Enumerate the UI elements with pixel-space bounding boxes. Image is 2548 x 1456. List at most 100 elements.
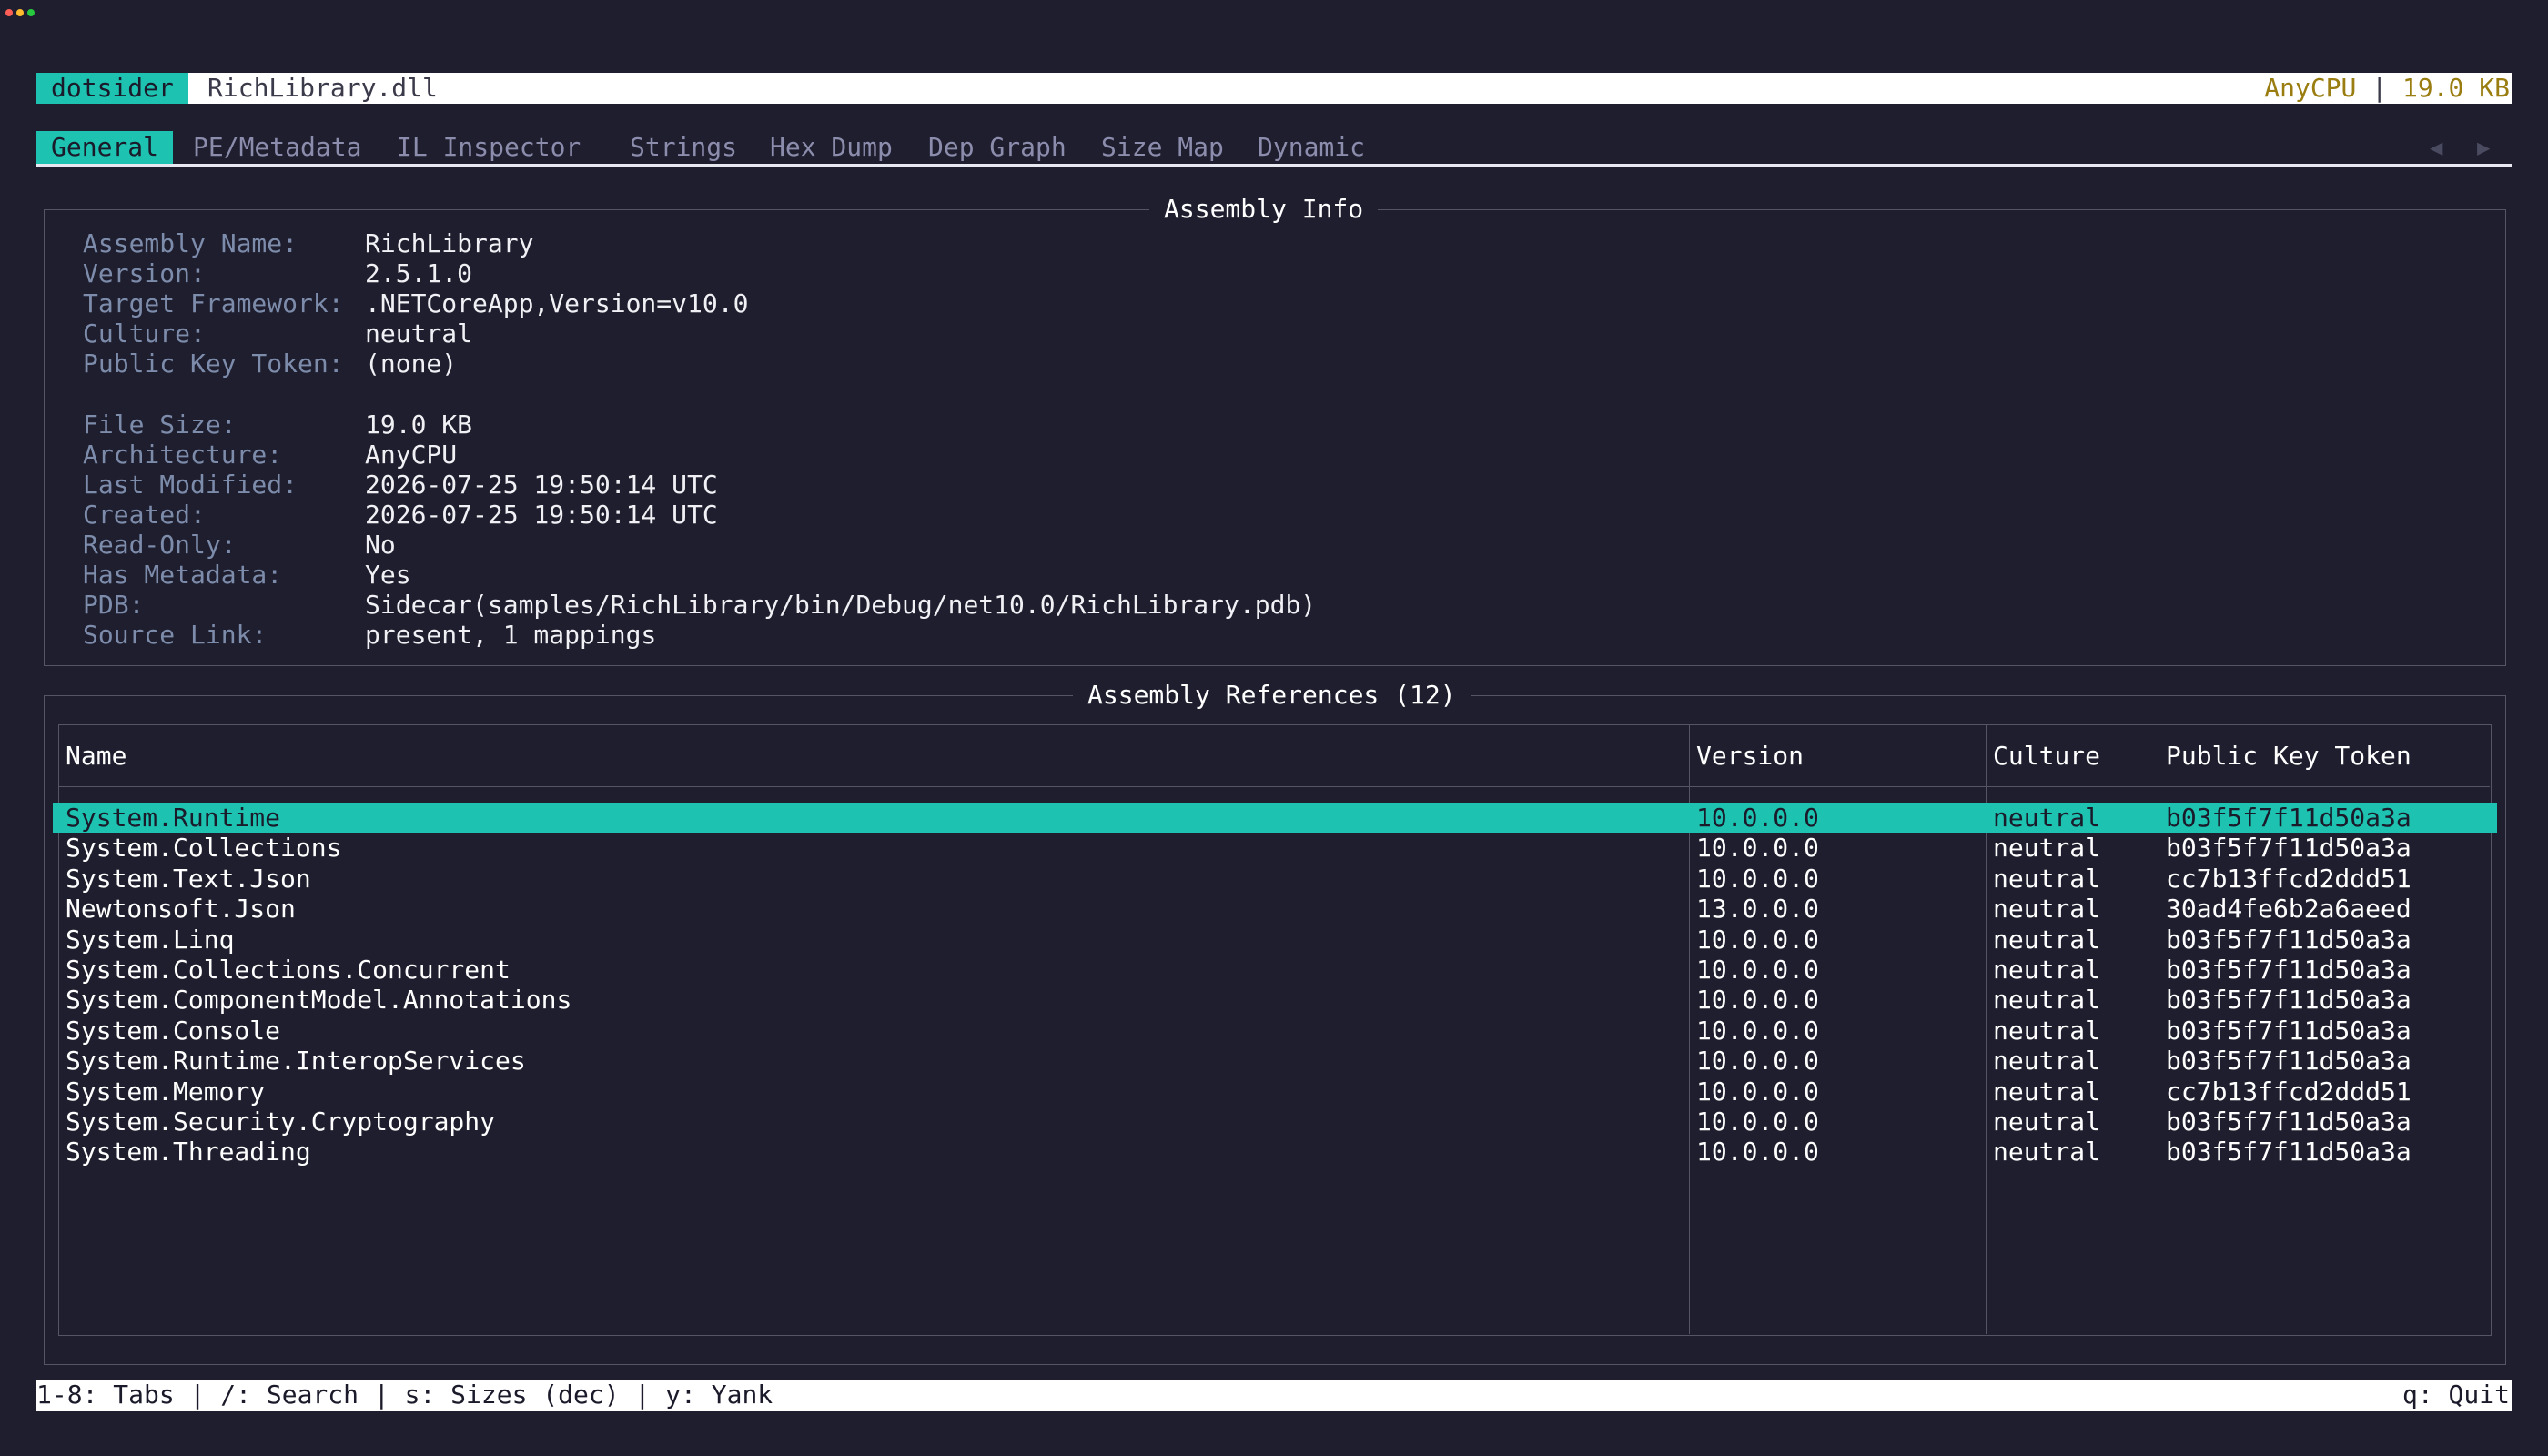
cell-name: System.Security.Cryptography xyxy=(66,1107,496,1137)
cell-version: 10.0.0.0 xyxy=(1696,1076,1819,1107)
cell-culture: neutral xyxy=(1993,985,2101,1016)
info-value: AnyCPU xyxy=(365,440,458,470)
cell-name: System.Console xyxy=(66,1015,281,1046)
tab-dynamic[interactable]: Dynamic xyxy=(1243,131,1380,164)
file-size-label: 19.0 KB xyxy=(2401,73,2510,103)
minimize-dot[interactable] xyxy=(16,9,24,16)
cell-culture: neutral xyxy=(1993,1137,2101,1168)
cell-name: System.Threading xyxy=(66,1137,311,1168)
cell-name: System.Memory xyxy=(66,1076,266,1107)
cell-culture: neutral xyxy=(1993,803,2101,833)
table-row[interactable]: System.Threading 10.0.0.0 neutral b03f5f7f1… xyxy=(53,1137,2497,1167)
tab-strings[interactable]: Strings xyxy=(615,131,752,164)
table-row[interactable]: System.Security.Cryptography 10.0.0.0 neut… xyxy=(53,1107,2497,1137)
cell-culture: neutral xyxy=(1993,1107,2101,1137)
cell-token: b03f5f7f11d50a3a xyxy=(2166,833,2412,864)
table-row[interactable]: System.Collections 10.0.0.0 neutral b03f5f7… xyxy=(53,833,2497,863)
tab-bar: General PE/Metadata IL Inspector Strings… xyxy=(36,131,2512,167)
info-label: Culture: xyxy=(83,318,206,349)
cell-version: 10.0.0.0 xyxy=(1696,985,1819,1016)
cell-version: 10.0.0.0 xyxy=(1696,955,1819,985)
architecture-label: AnyCPU xyxy=(2264,73,2357,103)
table-row[interactable]: Newtonsoft.Json 13.0.0.0 neutral 30ad4fe6b2… xyxy=(53,894,2497,924)
info-value: 2026-07-25 19:50:14 UTC xyxy=(365,470,718,500)
column-header-version[interactable]: Version xyxy=(1696,741,1804,772)
info-value: No xyxy=(365,530,396,560)
assembly-info-panel: Assembly Info Assembly Name: RichLibrary V… xyxy=(44,194,2506,666)
cell-version: 10.0.0.0 xyxy=(1696,863,1819,894)
table-row[interactable]: System.Text.Json 10.0.0.0 neutral cc7b13ffc… xyxy=(53,864,2497,894)
cell-culture: neutral xyxy=(1993,863,2101,894)
cell-token: b03f5f7f11d50a3a xyxy=(2166,803,2412,833)
cell-culture: neutral xyxy=(1993,1076,2101,1107)
column-header-culture[interactable]: Culture xyxy=(1993,741,2100,772)
cell-token: cc7b13ffcd2ddd51 xyxy=(2166,863,2412,894)
cell-name: System.Runtime xyxy=(66,803,281,833)
info-label: Last Modified: xyxy=(83,470,298,500)
cell-culture: neutral xyxy=(1993,924,2101,955)
info-label: Assembly Name: xyxy=(83,228,298,258)
cell-version: 13.0.0.0 xyxy=(1696,894,1819,925)
tab-general[interactable]: General xyxy=(36,131,174,164)
cell-token: b03f5f7f11d50a3a xyxy=(2166,1015,2412,1046)
table-row[interactable]: System.Runtime.InteropServices 10.0.0.0 ne… xyxy=(53,1046,2497,1076)
cell-token: b03f5f7f11d50a3a xyxy=(2166,955,2412,985)
info-value: Sidecar(samples/RichLibrary/bin/Debug/ne… xyxy=(365,590,1317,620)
cell-culture: neutral xyxy=(1993,833,2101,864)
cell-token: 30ad4fe6b2a6aeed xyxy=(2166,894,2412,925)
cell-name: System.Text.Json xyxy=(66,863,311,894)
cell-version: 10.0.0.0 xyxy=(1696,1015,1819,1046)
tab-prev-icon[interactable]: ◀ xyxy=(2430,131,2442,164)
info-label: Read-Only: xyxy=(83,530,237,560)
close-dot[interactable] xyxy=(5,9,13,16)
info-label: Created: xyxy=(83,500,206,530)
column-header-name[interactable]: Name xyxy=(66,741,126,772)
quit-hint[interactable]: q: Quit xyxy=(2402,1380,2510,1410)
info-value: (none) xyxy=(365,349,458,379)
cell-name: System.Runtime.InteropServices xyxy=(66,1046,526,1077)
tab-size-map[interactable]: Size Map xyxy=(1087,131,1239,164)
header-summary: AnyCPU | 19.0 KB xyxy=(2264,73,2510,104)
cell-version: 10.0.0.0 xyxy=(1696,924,1819,955)
cell-token: b03f5f7f11d50a3a xyxy=(2166,1046,2412,1077)
table-row[interactable]: System.ComponentModel.Annotations 10.0.0.… xyxy=(53,985,2497,1015)
info-label: PDB: xyxy=(83,590,145,620)
info-value: present, 1 mappings xyxy=(365,620,657,650)
info-label: Has Metadata: xyxy=(83,560,283,590)
info-label: Public Key Token: xyxy=(83,349,344,379)
assembly-info-title: Assembly Info xyxy=(1149,194,1379,225)
table-row[interactable]: System.Linq 10.0.0.0 neutral b03f5f7f11d50a… xyxy=(53,925,2497,955)
tab-next-icon[interactable]: ▶ xyxy=(2477,131,2490,164)
cell-name: System.ComponentModel.Annotations xyxy=(66,985,572,1016)
cell-culture: neutral xyxy=(1993,1046,2101,1077)
info-value: 2026-07-25 19:50:14 UTC xyxy=(365,500,718,530)
table-row[interactable]: System.Collections.Concurrent 10.0.0.0 neu… xyxy=(53,955,2497,985)
keyboard-hints: 1-8: Tabs | /: Search | s: Sizes (dec) |… xyxy=(36,1380,774,1410)
column-header-token[interactable]: Public Key Token xyxy=(2166,741,2412,772)
tab-il-inspector[interactable]: IL Inspector xyxy=(382,131,595,164)
header-divider xyxy=(58,786,2490,787)
tab-dep-graph[interactable]: Dep Graph xyxy=(914,131,1081,164)
table-row[interactable]: System.Console 10.0.0.0 neutral b03f5f7f11d… xyxy=(53,1016,2497,1046)
info-label: Version: xyxy=(83,258,206,288)
cell-version: 10.0.0.0 xyxy=(1696,1137,1819,1168)
app-name: dotsider xyxy=(36,73,188,104)
cell-version: 10.0.0.0 xyxy=(1696,803,1819,833)
cell-version: 10.0.0.0 xyxy=(1696,1046,1819,1077)
cell-culture: neutral xyxy=(1993,894,2101,925)
tab-hex-dump[interactable]: Hex Dump xyxy=(755,131,907,164)
cell-token: cc7b13ffcd2ddd51 xyxy=(2166,1076,2412,1107)
info-label: File Size: xyxy=(83,410,237,440)
cell-token: b03f5f7f11d50a3a xyxy=(2166,1137,2412,1168)
info-label: Source Link: xyxy=(83,620,268,650)
cell-name: System.Collections.Concurrent xyxy=(66,955,511,985)
info-label: Architecture: xyxy=(83,440,283,470)
info-value: .NETCoreApp,Version=v10.0 xyxy=(365,288,749,318)
table-row[interactable]: System.Runtime 10.0.0.0 neutral b03f5f7f11d… xyxy=(53,803,2497,833)
info-label: Target Framework: xyxy=(83,288,344,318)
table-row[interactable]: System.Memory 10.0.0.0 neutral cc7b13ffcd2d… xyxy=(53,1077,2497,1107)
maximize-dot[interactable] xyxy=(27,9,35,16)
cell-culture: neutral xyxy=(1993,955,2101,985)
tab-pe-metadata[interactable]: PE/Metadata xyxy=(178,131,376,164)
cell-name: System.Collections xyxy=(66,833,342,864)
